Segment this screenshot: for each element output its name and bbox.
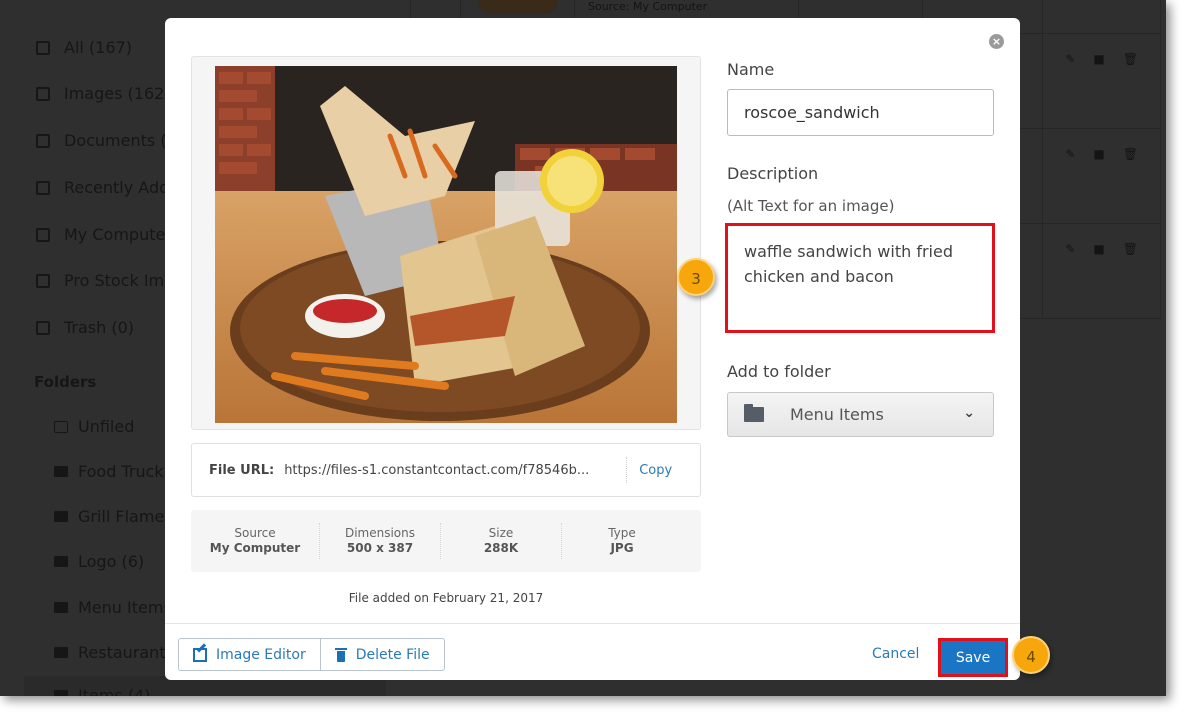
step-badge-4: 4 (1012, 636, 1050, 674)
copy-url-button[interactable]: Copy (639, 463, 672, 478)
file-added-date: File added on February 21, 2017 (348, 591, 544, 605)
food-photo-illustration (215, 66, 677, 423)
name-input[interactable] (727, 89, 994, 136)
file-url-label: File URL: (209, 462, 275, 478)
chevron-down-icon: ⌄ (963, 405, 975, 421)
close-icon[interactable]: × (989, 34, 1004, 49)
meta-type: Type JPG (608, 526, 636, 555)
modal-footer: Image Editor Delete File Cancel Save (165, 623, 1020, 680)
move-folder-icon[interactable]: ■ (1093, 242, 1104, 256)
folder-outline-icon (54, 420, 68, 433)
stock-images-icon (36, 273, 50, 288)
meta-dimensions: Dimensions 500 x 387 (344, 526, 416, 555)
file-url-box: File URL: https://files-s1.constantconta… (191, 443, 701, 497)
folder-label: Add to folder (727, 362, 831, 381)
image-editor-button[interactable]: Image Editor (179, 639, 320, 670)
sidebar-item-trash[interactable]: Trash (0) (36, 318, 134, 337)
folder-item-items[interactable]: Items (4) (54, 686, 151, 696)
divider (626, 457, 628, 483)
image-preview (191, 56, 701, 430)
edit-icon[interactable]: ✎ (1065, 242, 1075, 256)
images-icon (36, 86, 50, 101)
folder-selected-value: Menu Items (790, 405, 884, 424)
sidebar-item-images[interactable]: Images (162) (36, 84, 171, 103)
delete-icon[interactable]: 🗑 (1123, 242, 1138, 256)
all-files-icon (36, 40, 50, 55)
edit-icon[interactable]: ✎ (1065, 52, 1075, 66)
folder-icon (54, 511, 68, 522)
trash-icon (334, 647, 347, 662)
row-actions: ✎ ■ 🗑 (1065, 52, 1138, 66)
step-badge-3: 3 (677, 258, 715, 296)
description-input[interactable]: waffle sandwich with fried chicken and b… (725, 223, 995, 333)
save-button[interactable]: Save (938, 638, 1008, 677)
move-folder-icon[interactable]: ■ (1093, 147, 1104, 161)
monitor-icon (36, 227, 50, 242)
folder-select[interactable]: Menu Items ⌄ (727, 392, 994, 437)
delete-file-button[interactable]: Delete File (319, 639, 444, 670)
folder-icon (54, 466, 68, 477)
description-label: Description (727, 164, 819, 183)
folder-item-logo[interactable]: Logo (6) (54, 552, 144, 571)
file-url-value[interactable]: https://files-s1.constantcontact.com/f78… (284, 463, 614, 478)
thumbnail (478, 0, 558, 14)
row-actions: ✎ ■ 🗑 (1065, 147, 1138, 161)
source-text: Source: My Computer (588, 0, 708, 13)
name-label: Name (727, 60, 775, 79)
sidebar-item-my-computer[interactable]: My Computer (36, 225, 172, 244)
folder-icon (54, 647, 68, 658)
row-actions: ✎ ■ 🗑 (1065, 242, 1138, 256)
trash-icon (36, 320, 50, 335)
description-hint: (Alt Text for an image) (727, 197, 895, 215)
folder-icon (54, 602, 68, 613)
sidebar-item-documents[interactable]: Documents (5) (36, 131, 183, 150)
folders-heading: Folders (34, 373, 97, 391)
edit-icon[interactable]: ✎ (1065, 147, 1075, 161)
delete-icon[interactable]: 🗑 (1123, 52, 1138, 66)
calendar-icon (36, 180, 50, 195)
folder-icon (54, 556, 68, 567)
meta-size: Size 288K (483, 526, 519, 555)
folder-item-unfiled[interactable]: Unfiled (54, 417, 134, 436)
file-actions-group: Image Editor Delete File (178, 638, 445, 671)
folder-icon (744, 404, 764, 422)
meta-source: Source My Computer (209, 526, 301, 555)
delete-icon[interactable]: 🗑 (1123, 147, 1138, 161)
file-details-modal: × File URL: https://files-s1.constantcon… (165, 18, 1020, 680)
file-metadata: Source My Computer Dimensions 500 x 387 … (191, 510, 701, 572)
edit-icon (193, 647, 207, 662)
food-photo (215, 66, 677, 423)
folder-icon (54, 690, 68, 696)
documents-icon (36, 133, 50, 148)
move-folder-icon[interactable]: ■ (1093, 52, 1104, 66)
sidebar-item-all[interactable]: All (167) (36, 38, 132, 57)
cancel-button[interactable]: Cancel (872, 646, 919, 662)
